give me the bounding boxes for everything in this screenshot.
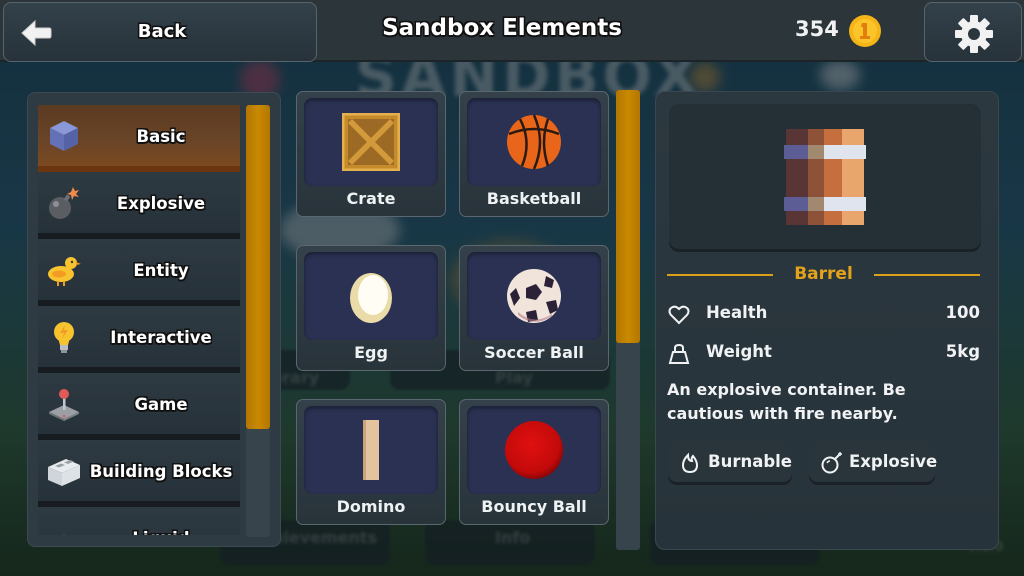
- flame-icon: [681, 452, 699, 474]
- divider-line: [874, 274, 980, 276]
- gold-coin-icon: [849, 15, 881, 47]
- element-card-egg[interactable]: Egg: [296, 245, 446, 371]
- category-label: Game: [134, 395, 188, 414]
- crate-icon: [342, 113, 400, 171]
- stat-value: 5kg: [945, 342, 980, 361]
- element-card-name: Basketball: [486, 189, 582, 208]
- category-list[interactable]: Basic Explosive Entity Interactive Game …: [38, 105, 240, 535]
- element-card-preview: [304, 98, 438, 186]
- top-bar: Back Sandbox Elements 354: [0, 0, 1024, 62]
- element-card-name: Bouncy Ball: [481, 497, 587, 516]
- page-title: Sandbox Elements: [382, 15, 622, 41]
- tag-label: Burnable: [708, 452, 792, 471]
- category-panel: Basic Explosive Entity Interactive Game …: [27, 92, 281, 547]
- element-detail-preview: [669, 104, 981, 249]
- element-card-preview: [304, 252, 438, 340]
- domino-icon: [363, 420, 379, 480]
- barrel-icon: [784, 128, 866, 225]
- element-card-name: Crate: [346, 189, 396, 208]
- category-item-interactive[interactable]: Interactive: [38, 306, 240, 373]
- gear-icon: [955, 15, 993, 53]
- category-scrollbar[interactable]: [246, 105, 270, 537]
- settings-button[interactable]: [924, 2, 1022, 62]
- category-label: Liquid: [82, 529, 240, 535]
- egg-icon: [350, 273, 392, 323]
- weight-icon: [668, 343, 690, 364]
- bouncy-ball-icon: [505, 421, 563, 479]
- category-item-building-blocks[interactable]: Building Blocks: [38, 440, 240, 507]
- element-grid-scrollbar[interactable]: [616, 90, 640, 550]
- stat-label: Health: [706, 303, 768, 322]
- stat-label: Weight: [706, 342, 772, 361]
- stat-row-weight: Weight 5kg: [668, 341, 980, 365]
- category-label: Basic: [136, 127, 186, 146]
- element-card-name: Egg: [354, 343, 388, 362]
- element-card-name: Soccer Ball: [484, 343, 584, 362]
- duck-icon: [48, 257, 81, 286]
- tag-explosive[interactable]: Explosive: [809, 442, 938, 482]
- tag-label: Explosive: [849, 452, 938, 471]
- stat-row-health: Health 100: [668, 302, 980, 326]
- category-item-liquid[interactable]: Liquid: [38, 507, 240, 535]
- category-item-explosive[interactable]: Explosive: [38, 172, 240, 239]
- category-label: Building Blocks: [89, 462, 233, 481]
- category-item-game[interactable]: Game: [38, 373, 240, 440]
- category-label: Explosive: [116, 194, 206, 213]
- element-description: An explosive container. Be cautious with…: [667, 380, 906, 423]
- element-card-preview: [467, 252, 601, 340]
- element-detail-title-row: Barrel: [667, 264, 980, 286]
- liquid-drop-icon: [63, 534, 65, 535]
- category-scrollbar-thumb[interactable]: [246, 105, 270, 429]
- element-detail-panel: Barrel Health 100 Weight 5kg An explosiv…: [655, 91, 999, 550]
- category-label: Interactive: [110, 328, 212, 347]
- cube-icon: [50, 121, 78, 151]
- tag-burnable[interactable]: Burnable: [668, 442, 792, 482]
- element-card-preview: [467, 98, 601, 186]
- stat-value: 100: [945, 303, 980, 322]
- category-item-entity[interactable]: Entity: [38, 239, 240, 306]
- element-card-soccer-ball[interactable]: Soccer Ball: [459, 245, 609, 371]
- bomb-icon: [49, 187, 79, 219]
- back-button[interactable]: Back: [3, 2, 317, 62]
- element-card-preview: [467, 406, 601, 494]
- bomb-outline-icon: [821, 452, 842, 474]
- coin-count: 354: [795, 17, 839, 41]
- soccer-ball-icon: [507, 269, 561, 323]
- element-grid-scrollbar-thumb[interactable]: [616, 90, 640, 343]
- joystick-icon: [49, 389, 79, 421]
- element-card-bouncy-ball[interactable]: Bouncy Ball: [459, 399, 609, 525]
- basketball-icon: [507, 114, 561, 170]
- element-card-preview: [304, 406, 438, 494]
- element-card-name: Domino: [336, 497, 406, 516]
- back-button-label: Back: [137, 21, 187, 42]
- element-card-crate[interactable]: Crate: [296, 91, 446, 217]
- element-card-basketball[interactable]: Basketball: [459, 91, 609, 217]
- category-label: Entity: [133, 261, 189, 280]
- category-item-basic[interactable]: Basic: [38, 105, 240, 172]
- lightbulb-icon: [54, 322, 74, 353]
- heart-icon: [668, 305, 690, 325]
- element-card-domino[interactable]: Domino: [296, 399, 446, 525]
- cinder-block-icon: [48, 459, 80, 486]
